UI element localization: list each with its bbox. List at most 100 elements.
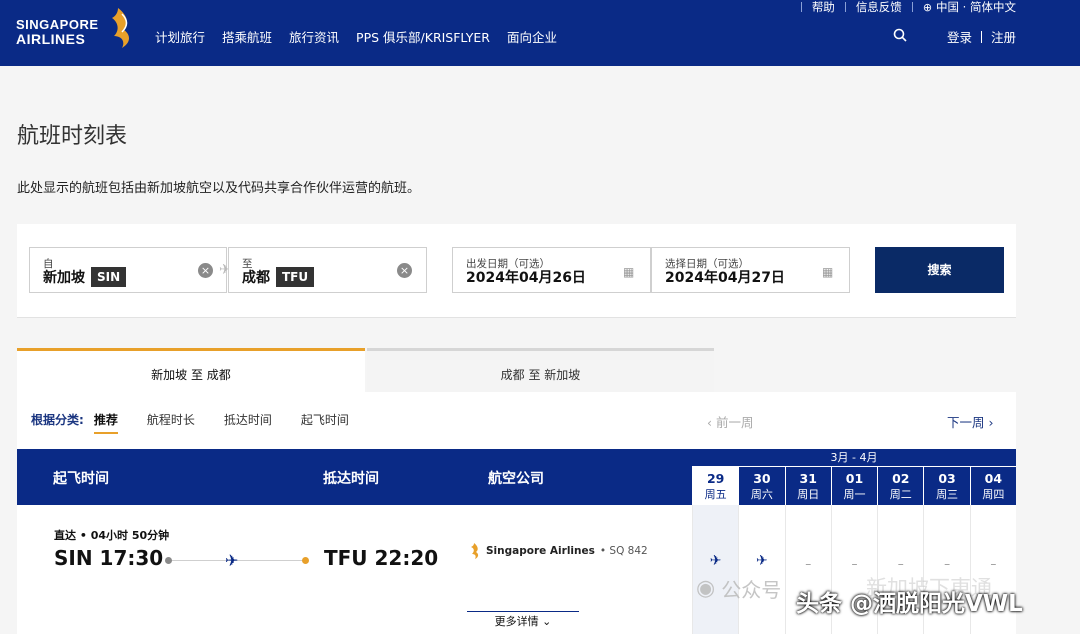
watermark: ◉ 公众号 新加坡下東通 头条 @洒脱阳光VWL [696, 572, 1080, 628]
col-airline: 航空公司 [488, 471, 544, 487]
chevron-down-icon: ⌄ [542, 615, 552, 628]
date-cell-02[interactable]: 02 周二 [877, 467, 923, 505]
route-line: ✈ [165, 551, 309, 570]
tab-inbound[interactable]: 成都 至 新加坡 [367, 348, 714, 392]
plane-icon: ✈ [225, 551, 239, 570]
prev-week-link[interactable]: ‹ 前一周 [707, 412, 753, 431]
watermark-left: ◉ 公众号 [696, 574, 781, 603]
date-day: 01 [845, 471, 864, 486]
site-header: SINGAPORE AIRLINES 计划旅行 搭乘航班 旅行资讯 PPS 俱乐… [0, 0, 1080, 66]
origin-dot [165, 557, 172, 564]
divider [911, 2, 913, 12]
airline-bird-icon [471, 543, 479, 559]
date-cell-04[interactable]: 04 周四 [969, 467, 1016, 505]
flight-arrival: TFU 22:20 [324, 546, 439, 570]
logo-line-1: SINGAPORE [16, 17, 99, 32]
return-date-value: 2024年04月27日 [665, 270, 785, 286]
destination-city: 成都 [242, 270, 270, 286]
no-flight-mark: – [897, 557, 904, 571]
nav-travel-info[interactable]: 搭乘航班 [222, 27, 272, 46]
date-day: 04 [984, 471, 1003, 486]
search-panel: 自 新加坡 SIN × ✈ 至 成都 TFU × 出发日期（可选） 2024年0… [17, 224, 1016, 318]
login-link[interactable]: 登录 [947, 27, 972, 46]
col-arrive: 抵达时间 [323, 471, 379, 487]
origin-city: 新加坡 [43, 270, 85, 286]
watermark-right: 头条 @洒脱阳光VWL [796, 591, 1023, 617]
divider [980, 30, 982, 43]
wechat-icon: ◉ [696, 576, 716, 601]
date-day: 31 [799, 471, 817, 486]
help-link[interactable]: 帮助 [812, 0, 835, 15]
plane-icon: ✈ [709, 553, 722, 569]
clear-destination-icon[interactable]: × [397, 263, 412, 278]
depart-date-field[interactable]: 出发日期（可选） 2024年04月26日 ▦ [452, 247, 651, 293]
depart-date-value: 2024年04月26日 [466, 270, 586, 286]
calendar-icon: ▦ [623, 265, 635, 279]
date-weekday: 周三 [936, 488, 959, 501]
date-cell-03[interactable]: 03 周三 [923, 467, 969, 505]
no-flight-mark: – [990, 557, 997, 571]
date-day: 30 [753, 471, 771, 486]
sort-departure[interactable]: 起飞时间 [301, 411, 349, 434]
date-cell-01[interactable]: 01 周一 [830, 467, 877, 505]
date-strip: 3月 - 4月 29 周五 30 周六 31 周日 01 周一 02 周二 03 周三 04 周四 [692, 449, 1016, 505]
sort-recommended[interactable]: 推荐 [93, 411, 118, 434]
date-weekday: 周一 [843, 488, 866, 501]
next-week-link[interactable]: 下一周 › [947, 412, 993, 431]
destination-field[interactable]: 至 成都 TFU × [228, 247, 427, 293]
flight-departure: SIN 17:30 [54, 546, 164, 570]
flight-meta: 直达 • 04小时 50分钟 [54, 529, 170, 542]
search-icon[interactable] [893, 28, 907, 42]
bird-logo-icon [112, 8, 129, 48]
tab-outbound[interactable]: 新加坡 至 成都 [17, 348, 365, 392]
date-cell-30[interactable]: 30 周六 [738, 467, 784, 505]
more-details-button[interactable]: 更多详情 ⌄ [467, 611, 579, 634]
airline-name: Singapore Airlines [486, 545, 595, 557]
nav-plan-travel[interactable]: 计划旅行 [155, 27, 205, 46]
sort-bar: 根据分类: 推荐 航程时长 抵达时间 起飞时间 [31, 411, 349, 434]
feedback-link[interactable]: 信息反馈 [856, 0, 902, 15]
sort-arrival[interactable]: 抵达时间 [224, 411, 272, 434]
flight-row[interactable]: 直达 • 04小时 50分钟 SIN 17:30 ✈ TFU 22:20 Sin… [17, 505, 692, 634]
date-day: 03 [938, 471, 956, 486]
divider [844, 2, 846, 12]
nav-travel-news[interactable]: 旅行资讯 [289, 27, 339, 46]
clear-origin-icon[interactable]: × [198, 263, 213, 278]
sia-logo[interactable]: SINGAPORE AIRLINES [16, 6, 136, 52]
nav-business[interactable]: 面向企业 [507, 27, 557, 46]
no-flight-mark: – [805, 557, 812, 571]
date-day: 29 [706, 471, 725, 486]
more-details-label: 更多详情 [494, 615, 539, 628]
locale-selector[interactable]: 中国 · 简体中文 [936, 0, 1016, 15]
logo-wordmark: SINGAPORE AIRLINES [16, 18, 99, 46]
month-range: 3月 - 4月 [692, 449, 1016, 467]
register-link[interactable]: 注册 [991, 27, 1016, 46]
search-button[interactable]: 搜索 [875, 247, 1004, 293]
destination-dot [302, 557, 309, 564]
destination-value: 成都 TFU [242, 267, 315, 287]
col-depart: 起飞时间 [53, 471, 109, 487]
sort-label: 根据分类: [31, 413, 84, 427]
sort-duration[interactable]: 航程时长 [147, 411, 195, 434]
calendar-icon: ▦ [822, 265, 834, 279]
date-weekday: 周日 [797, 488, 820, 501]
date-cell-31[interactable]: 31 周日 [784, 467, 831, 505]
date-weekday: 周二 [889, 488, 912, 501]
flight-airline: Singapore Airlines • SQ 842 [469, 542, 648, 560]
destination-code: TFU [276, 267, 315, 287]
origin-field[interactable]: 自 新加坡 SIN × [29, 247, 227, 293]
no-flight-mark: – [944, 557, 951, 571]
logo-line-2: AIRLINES [16, 31, 86, 47]
plane-icon: ✈ [756, 553, 768, 569]
return-date-field[interactable]: 选择日期（可选） 2024年04月27日 ▦ [651, 247, 850, 293]
utility-links: 帮助 信息反馈 ⊕ 中国 · 简体中文 [791, 0, 1016, 14]
date-cell-29[interactable]: 29 周五 [692, 467, 739, 505]
origin-value: 新加坡 SIN [43, 267, 127, 287]
date-day: 02 [892, 471, 910, 486]
no-flight-mark: – [851, 557, 858, 571]
origin-code: SIN [91, 267, 127, 287]
globe-icon: ⊕ [922, 0, 933, 14]
nav-krisflyer[interactable]: PPS 俱乐部/KRISFLYER [356, 27, 490, 46]
page-title: 航班时刻表 [17, 124, 128, 149]
flight-number: • SQ 842 [599, 545, 648, 557]
